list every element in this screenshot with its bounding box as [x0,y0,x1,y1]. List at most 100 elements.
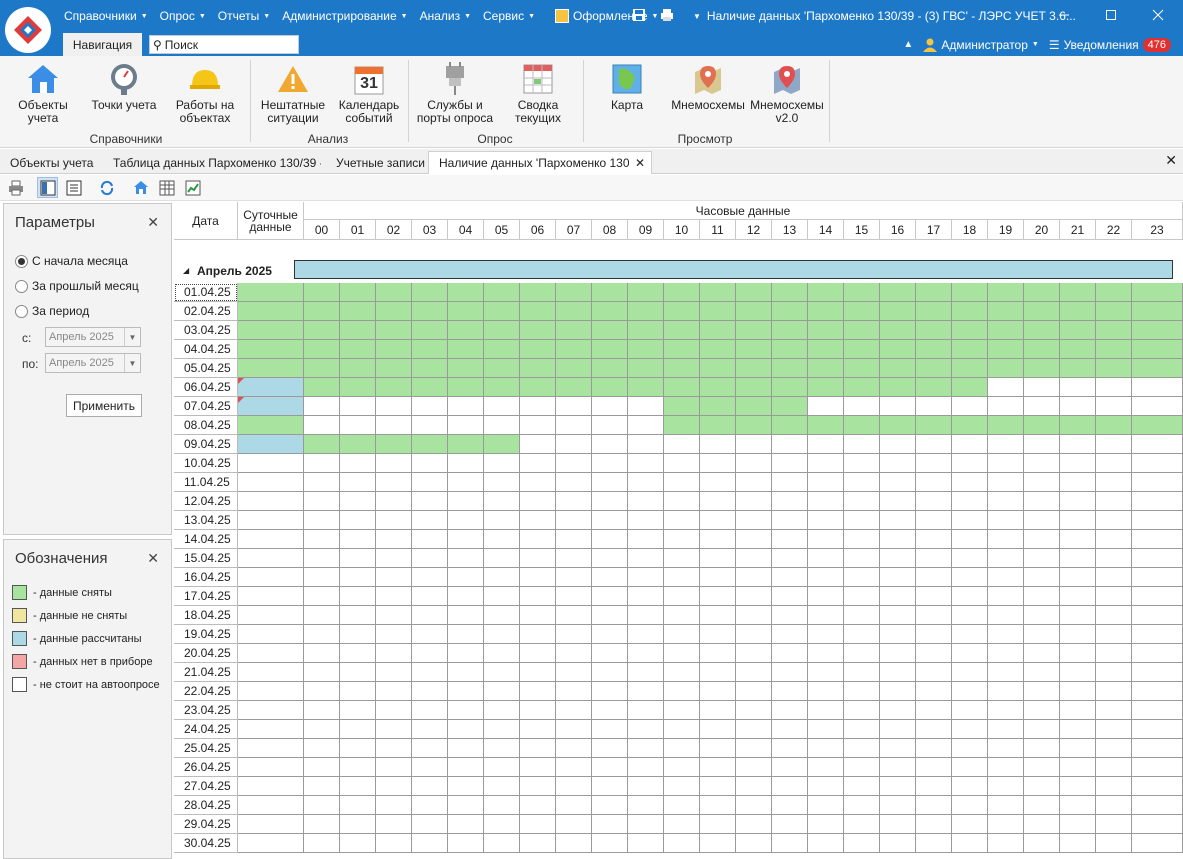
hour-cell[interactable] [952,815,988,834]
hour-cell[interactable] [1132,416,1183,435]
hour-cell[interactable] [1132,796,1183,815]
hour-cell[interactable] [772,701,808,720]
hour-cell[interactable] [1024,739,1060,758]
hour-cell[interactable] [952,758,988,777]
hour-cell[interactable] [1132,397,1183,416]
hour-cell[interactable] [1132,701,1183,720]
hour-cell[interactable] [340,321,376,340]
hour-cell[interactable] [1024,511,1060,530]
hour-cell[interactable] [1024,454,1060,473]
hour-cell[interactable] [1132,682,1183,701]
hour-cell[interactable] [772,435,808,454]
hour-column-header[interactable]: 13 [772,220,808,240]
hour-cell[interactable] [340,530,376,549]
hour-cell[interactable] [628,492,664,511]
hour-cell[interactable] [808,625,844,644]
hour-cell[interactable] [1096,758,1132,777]
hour-cell[interactable] [304,777,340,796]
hour-cell[interactable] [592,777,628,796]
date-cell[interactable]: 30.04.25 [174,834,238,853]
daily-cell[interactable] [238,834,304,853]
hour-cell[interactable] [556,606,592,625]
hour-cell[interactable] [1132,473,1183,492]
hour-cell[interactable] [1060,625,1096,644]
hour-cell[interactable] [844,587,880,606]
ribbon-mnemo-v2-button[interactable]: Мнемосхемы v2.0 [750,60,824,130]
hour-cell[interactable] [412,397,448,416]
date-cell[interactable]: 24.04.25 [174,720,238,739]
date-cell[interactable]: 12.04.25 [174,492,238,511]
hour-cell[interactable] [808,302,844,321]
hour-cell[interactable] [844,625,880,644]
hour-cell[interactable] [772,796,808,815]
hour-cell[interactable] [916,682,952,701]
hour-cell[interactable] [1060,777,1096,796]
hour-cell[interactable] [448,340,484,359]
hour-cell[interactable] [592,606,628,625]
close-all-tabs-icon[interactable]: ✕ [1165,152,1177,169]
hour-cell[interactable] [520,378,556,397]
hour-cell[interactable] [340,663,376,682]
hour-column-header[interactable]: 14 [808,220,844,240]
hour-cell[interactable] [376,815,412,834]
hour-cell[interactable] [1132,530,1183,549]
hour-cell[interactable] [808,834,844,853]
hour-cell[interactable] [808,739,844,758]
hour-cell[interactable] [376,606,412,625]
hour-cell[interactable] [1096,739,1132,758]
hour-cell[interactable] [952,663,988,682]
hour-column-header[interactable]: 17 [916,220,952,240]
daily-cell[interactable] [238,587,304,606]
hour-cell[interactable] [952,644,988,663]
hour-cell[interactable] [448,644,484,663]
hour-cell[interactable] [880,397,916,416]
hour-cell[interactable] [628,473,664,492]
hour-cell[interactable] [304,815,340,834]
hour-cell[interactable] [484,587,520,606]
hour-cell[interactable] [916,739,952,758]
hour-cell[interactable] [664,283,700,302]
hour-cell[interactable] [916,815,952,834]
hour-cell[interactable] [628,682,664,701]
hour-cell[interactable] [736,720,772,739]
hour-cell[interactable] [736,815,772,834]
date-cell[interactable]: 19.04.25 [174,625,238,644]
hour-cell[interactable] [556,739,592,758]
hour-cell[interactable] [628,340,664,359]
hour-cell[interactable] [952,834,988,853]
hour-cell[interactable] [484,644,520,663]
chart-button[interactable] [182,177,203,198]
hour-cell[interactable] [628,606,664,625]
daily-cell[interactable] [238,530,304,549]
hour-cell[interactable] [304,416,340,435]
hour-cell[interactable] [916,473,952,492]
hour-cell[interactable] [988,644,1024,663]
hour-cell[interactable] [448,720,484,739]
hour-cell[interactable] [592,644,628,663]
hour-cell[interactable] [700,682,736,701]
hour-cell[interactable] [988,625,1024,644]
hour-cell[interactable] [844,606,880,625]
hour-cell[interactable] [556,397,592,416]
hour-cell[interactable] [448,682,484,701]
print-icon[interactable] [660,8,674,22]
hour-cell[interactable] [448,397,484,416]
hour-cell[interactable] [1132,492,1183,511]
hour-cell[interactable] [772,758,808,777]
hour-cell[interactable] [628,815,664,834]
hour-cell[interactable] [520,834,556,853]
hour-cell[interactable] [988,359,1024,378]
hour-cell[interactable] [628,511,664,530]
hour-cell[interactable] [340,511,376,530]
hour-cell[interactable] [412,283,448,302]
date-cell[interactable]: 03.04.25 [174,321,238,340]
menu-item-2[interactable]: Отчеты ▼ [212,0,276,32]
radio-last-month[interactable]: За прошлый месяц [15,279,139,293]
daily-cell[interactable] [238,416,304,435]
hour-cell[interactable] [916,492,952,511]
hour-column-header[interactable]: 11 [700,220,736,240]
hour-cell[interactable] [988,568,1024,587]
hour-cell[interactable] [808,549,844,568]
hour-cell[interactable] [808,359,844,378]
hour-cell[interactable] [628,568,664,587]
